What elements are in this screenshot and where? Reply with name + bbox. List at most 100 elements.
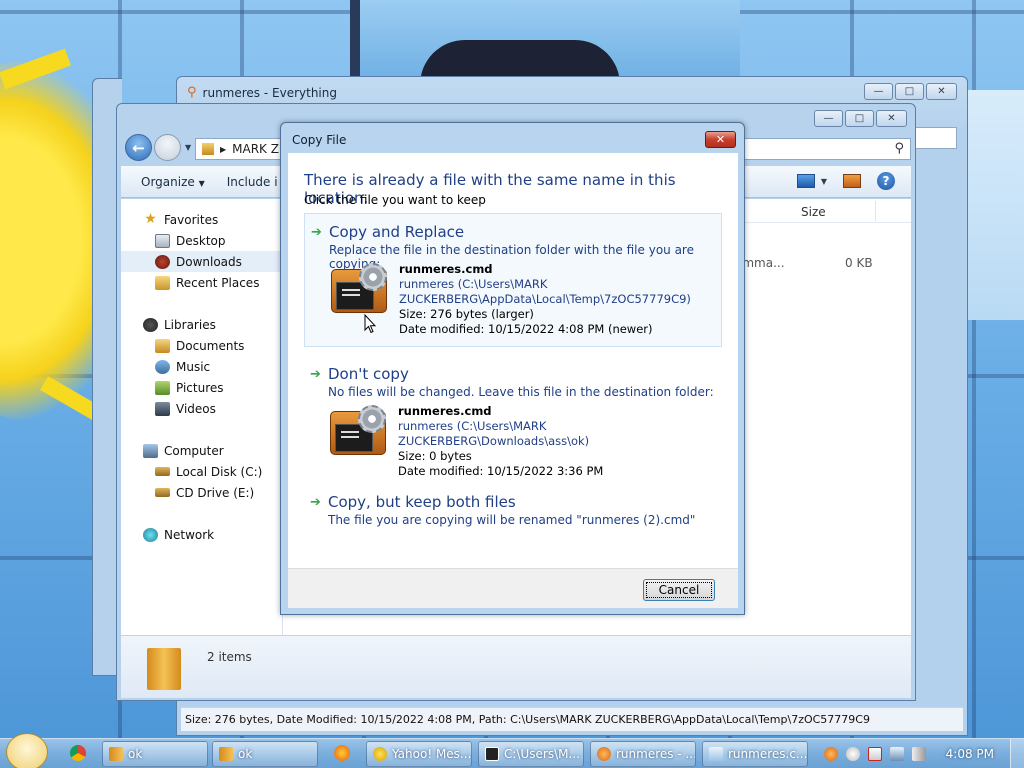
green-arrow-icon: ➔ xyxy=(310,495,321,510)
nav-computer[interactable]: Computer xyxy=(121,440,282,461)
magnifier-icon: ⚲ xyxy=(187,85,197,100)
column-separator[interactable] xyxy=(875,201,876,221)
nav-downloads[interactable]: Downloads xyxy=(121,251,282,272)
close-button[interactable]: ✕ xyxy=(926,83,957,100)
search-icon[interactable]: ⚲ xyxy=(894,141,904,156)
videos-icon xyxy=(155,401,170,416)
green-arrow-icon: ➔ xyxy=(310,367,321,382)
nav-pictures[interactable]: Pictures xyxy=(121,377,282,398)
taskbar-item-folder-ok-2[interactable]: ok xyxy=(212,741,318,767)
maximize-icon: □ xyxy=(854,113,865,124)
close-icon: ✕ xyxy=(937,86,946,97)
nav-desktop[interactable]: Desktop xyxy=(121,230,282,251)
navigation-pane: ★ Favorites Desktop Downloads Recent Plac… xyxy=(121,199,283,635)
recent-pages-dropdown[interactable]: ▼ xyxy=(185,143,191,152)
star-icon: ★ xyxy=(144,211,157,227)
start-button[interactable] xyxy=(6,733,48,768)
recent-places-icon xyxy=(155,275,170,290)
pictures-icon xyxy=(155,380,170,395)
folder-icon xyxy=(109,747,123,761)
preview-pane-button[interactable] xyxy=(843,174,861,188)
computer-icon xyxy=(143,443,158,458)
nav-documents[interactable]: Documents xyxy=(121,335,282,356)
explorer-caption-buttons: — □ ✕ xyxy=(814,110,907,127)
option-title: Copy and Replace xyxy=(329,223,465,241)
file-size: Size: 276 bytes (larger) xyxy=(399,307,534,321)
maximize-button[interactable]: □ xyxy=(895,83,924,100)
file-date-modified: Date modified: 10/15/2022 4:08 PM (newer… xyxy=(399,322,653,336)
taskbar-item-everything[interactable]: runmeres - ... xyxy=(590,741,696,767)
dialog-footer: Cancel xyxy=(288,568,738,608)
file-date-modified: Date modified: 10/15/2022 3:36 PM xyxy=(398,464,604,478)
close-button[interactable]: ✕ xyxy=(876,110,907,127)
destination-file-info: runmeres.cmd runmeres (C:\Users\MARK ZUC… xyxy=(398,404,722,479)
minimize-button[interactable]: — xyxy=(864,83,893,100)
option-dont-copy[interactable]: ➔ Don't copy No files will be changed. L… xyxy=(304,356,722,478)
nav-music[interactable]: Music xyxy=(121,356,282,377)
action-center-icon[interactable] xyxy=(868,747,882,761)
volume-icon[interactable] xyxy=(912,747,926,761)
green-arrow-icon: ➔ xyxy=(311,225,322,240)
breadcrumb-segment[interactable]: MARK Z xyxy=(232,142,279,156)
dialog-close-button[interactable]: ✕ xyxy=(705,131,736,148)
back-button[interactable]: ← xyxy=(125,134,152,161)
close-icon: ✕ xyxy=(715,133,726,146)
file-name: runmeres.cmd xyxy=(399,262,493,276)
file-path-continued: ZUCKERBERG\AppData\Local\Temp\7zOC57779C… xyxy=(399,292,691,306)
minimize-button[interactable]: — xyxy=(814,110,843,127)
nav-cd-drive[interactable]: CD Drive (E:) xyxy=(121,482,282,503)
network-tray-icon[interactable] xyxy=(890,747,904,761)
cmd-file-icon xyxy=(330,405,388,455)
nav-local-disk[interactable]: Local Disk (C:) xyxy=(121,461,282,482)
taskbar-item-folder-ok[interactable]: ok xyxy=(102,741,208,767)
item-count: 2 items xyxy=(207,650,252,664)
messenger-tray-icon[interactable] xyxy=(846,747,860,761)
breadcrumb-separator-icon: ▶ xyxy=(220,144,227,154)
chevron-down-icon: ▼ xyxy=(820,176,827,186)
minimize-icon: — xyxy=(823,113,834,124)
source-file-info: runmeres.cmd runmeres (C:\Users\MARK ZUC… xyxy=(399,262,691,337)
file-path: runmeres (C:\Users\MARK xyxy=(399,277,548,291)
copy-file-dialog: Copy File ✕ There is already a file with… xyxy=(280,122,745,615)
everything-status-bar: Size: 276 bytes, Date Modified: 10/15/20… xyxy=(181,707,963,731)
taskbar-item-7zip[interactable]: C:\Users\M... xyxy=(478,741,584,767)
maximize-button[interactable]: □ xyxy=(845,110,874,127)
taskbar-item-notepad[interactable]: runmeres.c... xyxy=(702,741,808,767)
close-icon: ✕ xyxy=(887,113,896,124)
cancel-button[interactable]: Cancel xyxy=(643,579,715,601)
dialog-body: There is already a file with the same na… xyxy=(288,153,738,568)
everything-caption-buttons: — □ ✕ xyxy=(864,83,957,100)
change-view-button[interactable]: ▼ xyxy=(796,174,827,188)
drive-icon xyxy=(155,467,170,476)
everything-title: ⚲ runmeres - Everything xyxy=(187,85,337,100)
nav-recent-places[interactable]: Recent Places xyxy=(121,272,282,293)
option-description: No files will be changed. Leave this fil… xyxy=(328,385,714,399)
clock[interactable]: 4:08 PM xyxy=(946,747,994,761)
show-desktop-button[interactable] xyxy=(1010,739,1024,768)
maximize-icon: □ xyxy=(904,86,915,97)
dialog-title: Copy File xyxy=(292,133,347,147)
column-header-size[interactable]: Size xyxy=(801,205,826,219)
everything-title-text: runmeres - Everything xyxy=(202,85,337,100)
magnifier-icon xyxy=(597,747,611,761)
nav-network[interactable]: Network xyxy=(121,524,282,545)
taskbar-item-yahoo-messenger[interactable]: Yahoo! Mes... xyxy=(366,741,472,767)
navigation-buttons: ← ▼ xyxy=(125,134,191,161)
option-keep-both[interactable]: ➔ Copy, but keep both files The file you… xyxy=(304,486,722,538)
help-button[interactable]: ? xyxy=(877,172,895,190)
nav-favorites[interactable]: ★ Favorites xyxy=(121,209,282,230)
documents-icon xyxy=(155,338,170,353)
firefox-icon[interactable] xyxy=(334,745,350,761)
downloads-icon xyxy=(155,254,170,269)
wallpaper-shape-right xyxy=(968,90,1024,320)
everything-tray-icon[interactable] xyxy=(824,747,838,761)
folder-icon xyxy=(147,648,181,690)
libraries-icon xyxy=(143,317,158,332)
nav-videos[interactable]: Videos xyxy=(121,398,282,419)
organize-menu[interactable]: Organize ▼ xyxy=(141,175,205,189)
chrome-icon[interactable] xyxy=(70,745,86,761)
nav-libraries[interactable]: Libraries xyxy=(121,314,282,335)
include-in-library-menu[interactable]: Include i xyxy=(227,175,278,189)
forward-button[interactable] xyxy=(154,134,181,161)
file-size-cell[interactable]: 0 KB xyxy=(845,256,873,270)
